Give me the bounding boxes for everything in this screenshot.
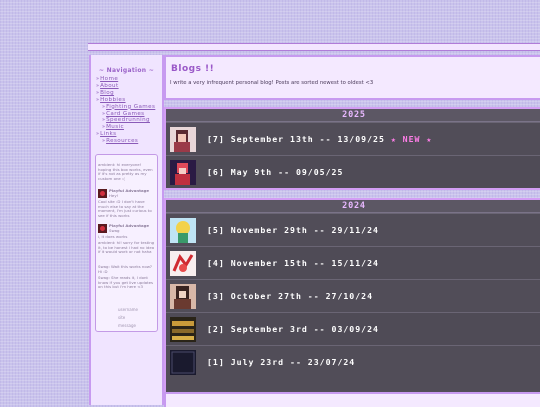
year-heading: 2024 <box>166 200 540 213</box>
arrow-icon: » <box>96 76 100 82</box>
arrow-icon: » <box>102 110 106 117</box>
red-sketch-icon <box>170 251 196 276</box>
post-title: [4] November 15th -- 15/11/24 <box>207 258 379 268</box>
yellow-character-icon <box>170 218 196 243</box>
nav-item-speedrunning[interactable]: »Speedrunning <box>96 117 155 124</box>
nav-item-hobbies[interactable]: »Hobbies <box>96 97 155 104</box>
post-title: [7] September 13th -- 13/09/25 ★ NEW ★ <box>207 134 433 144</box>
post-row[interactable]: [7] September 13th -- 13/09/25 ★ NEW ★ <box>166 122 540 155</box>
nav-item-about[interactable]: »About <box>96 83 155 90</box>
nav-list: »Home »About »Blog »Hobbies »Fighting Ga… <box>96 76 155 145</box>
username-field[interactable]: username <box>98 307 155 315</box>
new-badge: ★ NEW ★ <box>390 134 433 144</box>
post-row[interactable]: [4] November 15th -- 15/11/24 <box>166 246 540 279</box>
chat-message: Playful Advantage Hey! <box>109 188 150 198</box>
arrow-icon: » <box>96 82 100 89</box>
chat-message: Cool site :D I don't have much else to s… <box>98 199 152 219</box>
chat-message: Playful Advantage Swag <box>109 223 150 233</box>
arrow-icon: » <box>96 131 100 138</box>
arrow-icon: » <box>96 89 100 96</box>
night-icon <box>170 350 196 375</box>
chat-message: i, it does works <box>98 234 128 239</box>
chat-message: ambient: hi everyone! hoping this box wo… <box>98 162 153 182</box>
chat-message: ambient: hi! sorry for testing it, to be… <box>98 240 155 255</box>
sidebar: ~ Navigation ~ »Home »About »Blog »Hobbi… <box>89 55 164 405</box>
post-row[interactable]: [6] May 9th -- 09/05/25 <box>166 155 540 188</box>
post-title: [5] November 29th -- 29/11/24 <box>207 225 379 235</box>
arrow-icon: » <box>102 117 106 124</box>
nav-item-card-games[interactable]: »Card Games <box>96 111 155 118</box>
page-title: Blogs !! <box>171 64 215 74</box>
post-row[interactable]: [2] September 3rd -- 03/09/24 <box>166 312 540 345</box>
top-banner-strip <box>88 43 540 51</box>
nav-item-fighting-games[interactable]: »Fighting Games <box>96 104 155 111</box>
post-title: [1] July 23rd -- 23/07/24 <box>207 357 356 367</box>
avatar <box>98 189 107 198</box>
arrow-icon: » <box>102 138 106 145</box>
post-row[interactable]: [1] July 23rd -- 23/07/24 <box>166 345 540 378</box>
post-row[interactable]: [3] October 27th -- 27/10/24 <box>166 279 540 312</box>
dark-character-icon <box>170 284 196 309</box>
year-section-2025: 2025 [7] September 13th -- 13/09/25 ★ NE… <box>164 107 540 190</box>
nav-item-links[interactable]: »Links <box>96 131 155 138</box>
blog-header: Blogs !! I write a very infrequent perso… <box>164 55 540 100</box>
red-character-icon <box>170 160 196 185</box>
site-field[interactable]: site <box>98 315 155 323</box>
nav-item-home[interactable]: »Home <box>96 76 155 83</box>
post-title: [2] September 3rd -- 03/09/24 <box>207 324 379 334</box>
nav-title: ~ Navigation ~ <box>98 67 155 74</box>
nav-item-blog[interactable]: »Blog <box>96 90 155 97</box>
nav-item-resources[interactable]: »Resources <box>96 138 155 145</box>
page-description: I write a very infrequent personal blog!… <box>170 80 374 86</box>
avatar <box>98 224 107 233</box>
message-field[interactable]: message <box>98 323 155 331</box>
arrow-icon: » <box>102 103 106 110</box>
arrow-icon: » <box>96 96 100 103</box>
anime-girl-icon <box>170 127 196 152</box>
post-title: [3] October 27th -- 27/10/24 <box>207 291 374 301</box>
chat-message: Swag: She reads it, I dont know if you g… <box>98 275 154 290</box>
chatbox: ambient: hi everyone! hoping this box wo… <box>95 154 158 332</box>
year-section-2024: 2024 [5] November 29th -- 29/11/24 [4] N… <box>164 198 540 396</box>
nav-item-music[interactable]: »Music <box>96 124 155 131</box>
store-shelf-icon <box>170 317 196 342</box>
chat-message: Swag: Wait this works now? Hi :D <box>98 264 152 274</box>
year-heading: 2025 <box>166 109 540 122</box>
arrow-icon: » <box>102 124 106 131</box>
post-title: [6] May 9th -- 09/05/25 <box>207 167 344 177</box>
post-row[interactable]: [5] November 29th -- 29/11/24 <box>166 213 540 246</box>
